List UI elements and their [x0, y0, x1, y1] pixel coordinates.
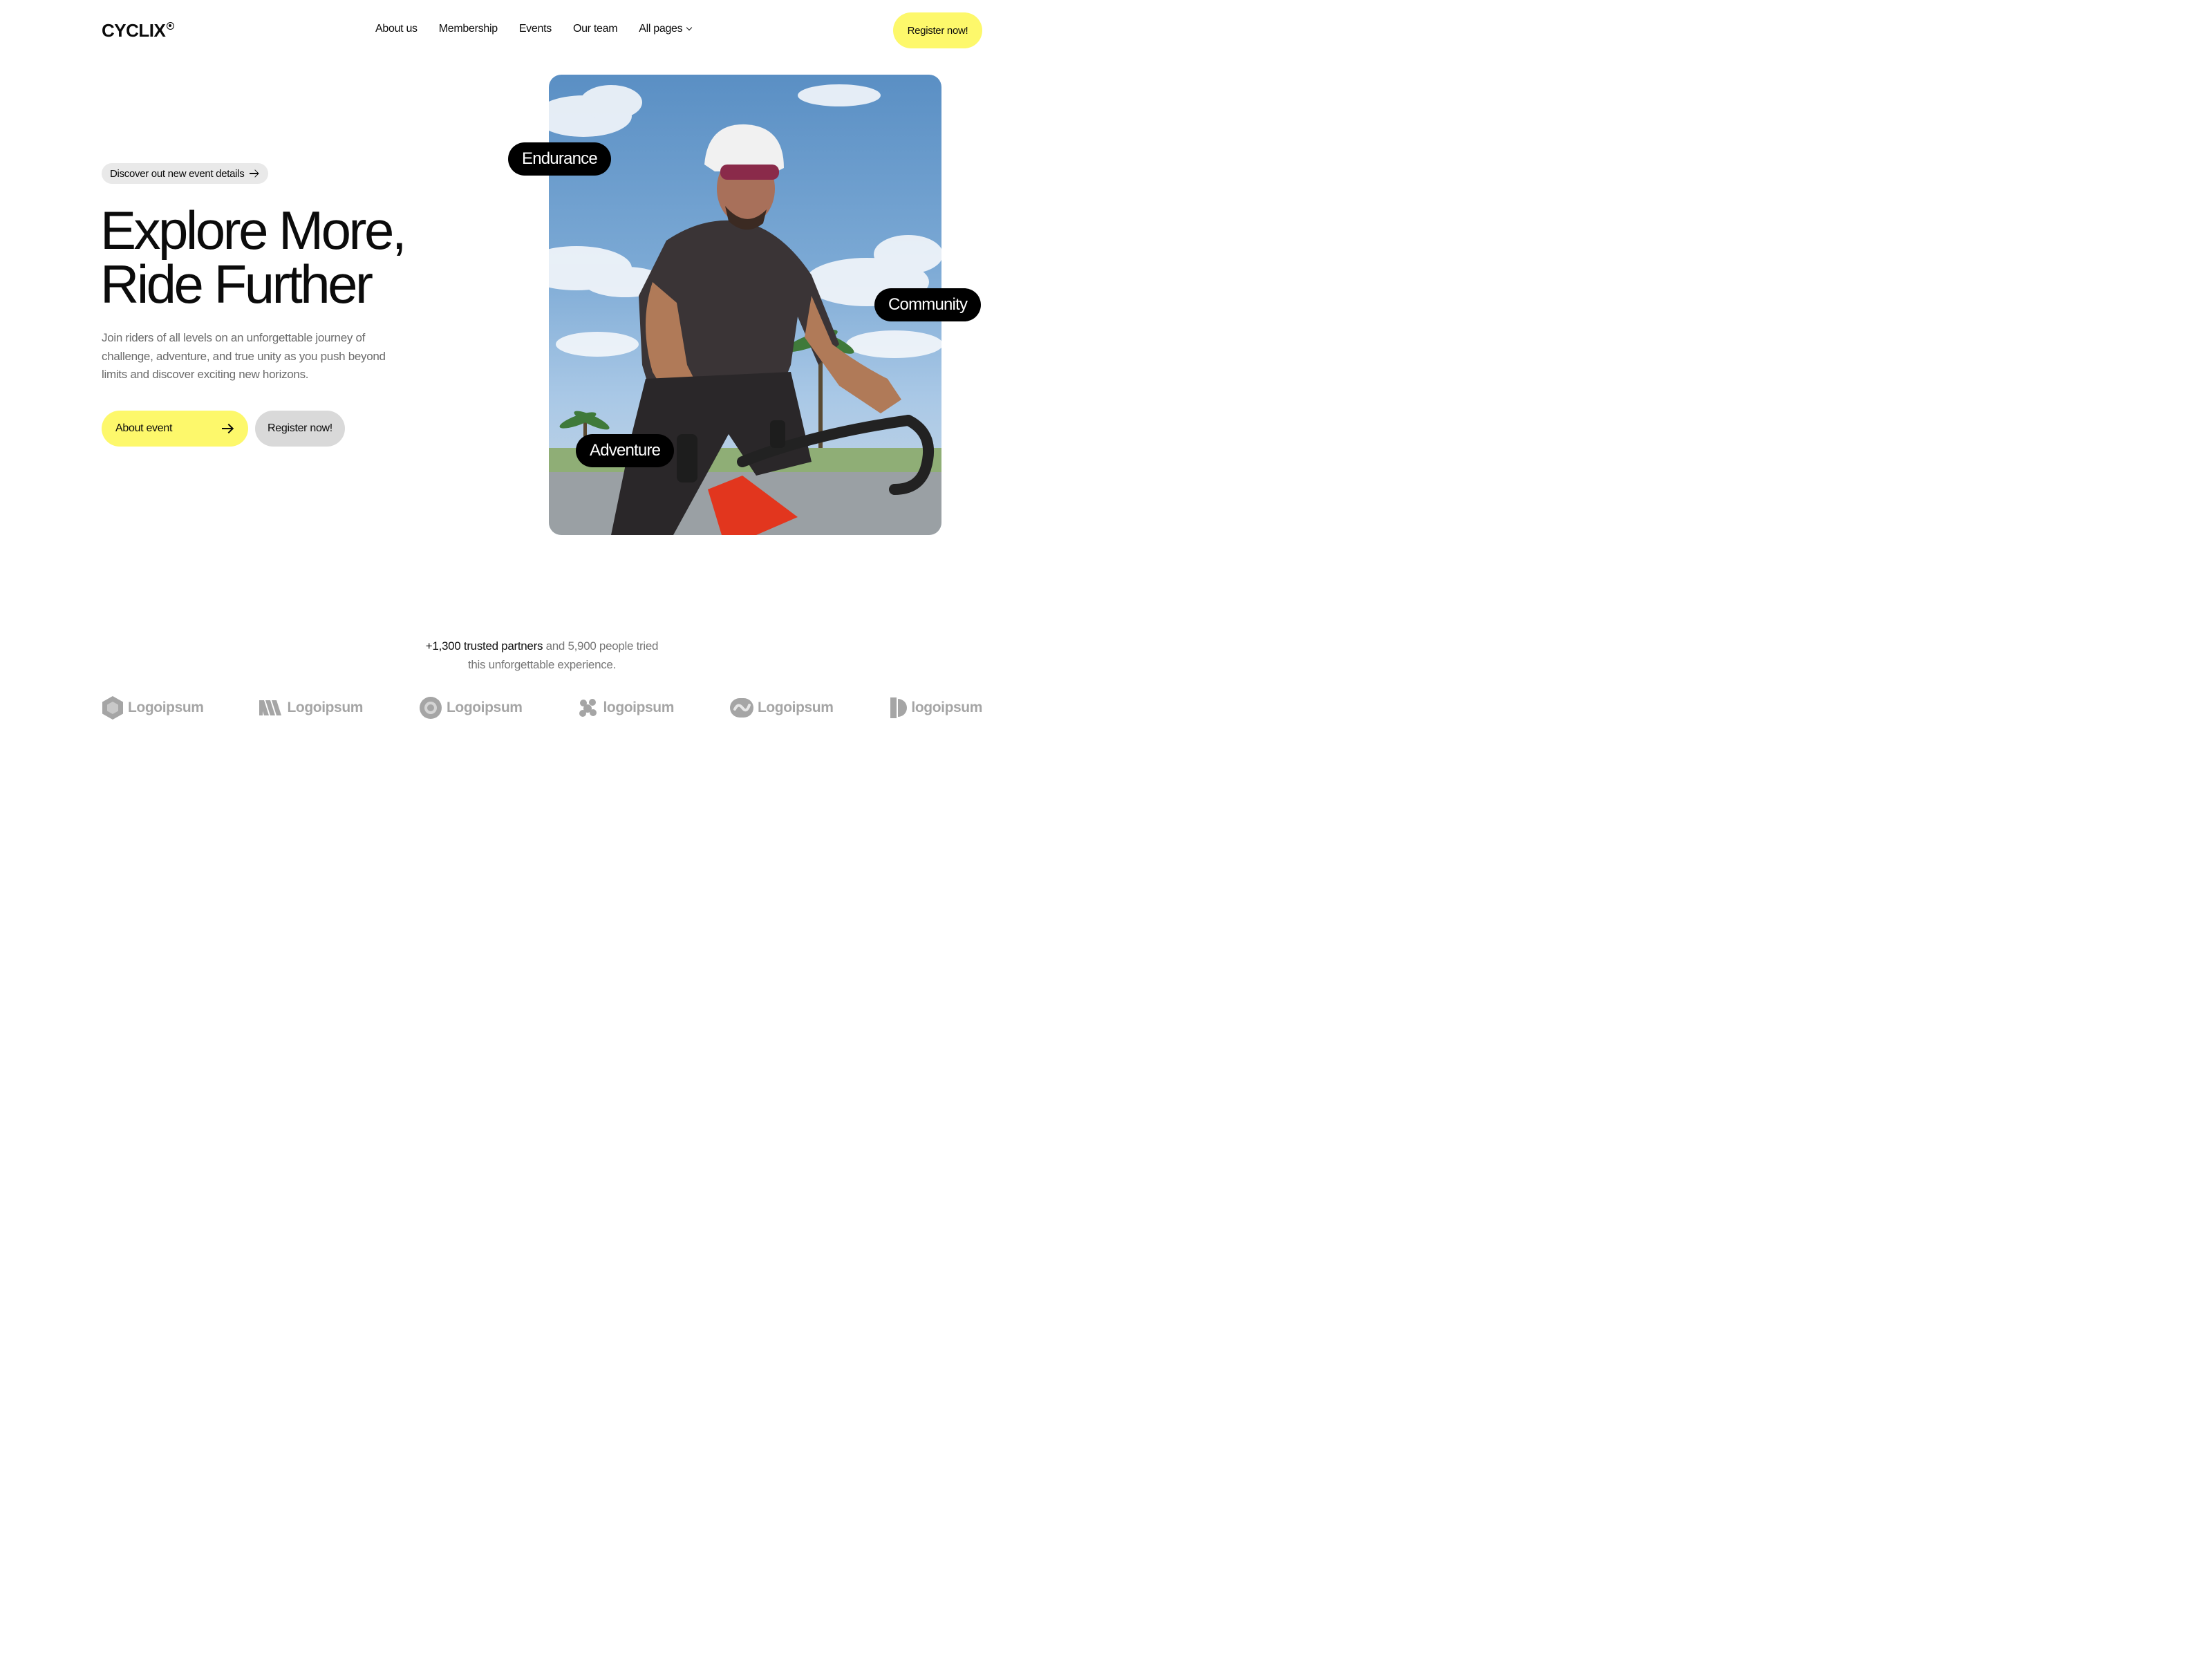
partner-logo: Logoipsum — [259, 700, 363, 716]
arrow-right-icon — [250, 169, 259, 178]
hexagon-icon — [102, 696, 123, 720]
hero-title-line-2: Ride Further — [100, 254, 373, 315]
partners-text-line-2: this unforgettable experience. — [467, 657, 617, 671]
hero-register-button[interactable]: Register now! — [255, 411, 345, 447]
stripes-icon — [259, 700, 282, 715]
hero-title-line-1: Explore More, — [100, 200, 407, 261]
registered-mark-icon — [167, 22, 175, 30]
partner-logos: Logoipsum Logoipsum Logoipsum logoipsum … — [102, 694, 982, 722]
tag-adventure: Adventure — [576, 434, 675, 467]
blob-icon — [579, 699, 597, 717]
partner-logo: logoipsum — [889, 697, 982, 719]
partner-logo-label: Logoipsum — [287, 700, 364, 715]
chevron-down-icon — [686, 24, 693, 31]
nav-item-membership[interactable]: Membership — [439, 23, 498, 35]
partner-logo: Logoipsum — [729, 698, 834, 718]
partners-text-line-1: and 5,900 people tried — [543, 639, 659, 653]
main-nav: About us Membership Events Our team All … — [375, 23, 693, 35]
page: CYCLIX About us Membership Events Our te… — [0, 0, 1084, 813]
nav-item-events[interactable]: Events — [519, 23, 552, 35]
partner-logo-label: Logoipsum — [757, 700, 834, 715]
tag-community: Community — [874, 288, 982, 321]
partner-logo-label: Logoipsum — [128, 700, 204, 715]
hero-title: Explore More, Ride Further — [100, 203, 487, 311]
brand-logo[interactable]: CYCLIX — [102, 20, 175, 41]
swirl-icon — [729, 698, 753, 718]
about-event-button[interactable]: About event — [102, 411, 248, 447]
tag-endurance: Endurance — [508, 142, 611, 176]
event-details-pill[interactable]: Discover out new event details — [102, 163, 269, 184]
partner-logo: Logoipsum — [419, 696, 523, 720]
about-event-button-label: About event — [115, 422, 173, 434]
hero-description: Join riders of all levels on an unforget… — [102, 331, 386, 381]
gear-badge-icon — [419, 697, 442, 719]
nav-item-about-us[interactable]: About us — [375, 23, 418, 35]
partners-text: +1,300 trusted partners and 5,900 people… — [0, 637, 1084, 674]
split-circle-icon — [890, 697, 908, 718]
brand-name: CYCLIX — [102, 20, 166, 41]
partner-logo-label: Logoipsum — [446, 700, 523, 715]
arrow-right-icon — [222, 424, 233, 433]
partner-logo-label: logoipsum — [603, 700, 675, 715]
nav-item-all-pages[interactable]: All pages — [639, 23, 693, 35]
partner-logo: logoipsum — [578, 697, 674, 718]
event-details-pill-label: Discover out new event details — [110, 167, 245, 180]
header-register-button[interactable]: Register now! — [893, 12, 982, 48]
partner-logo: Logoipsum — [102, 695, 204, 720]
partners-count: +1,300 trusted partners — [425, 639, 543, 653]
nav-item-our-team[interactable]: Our team — [573, 23, 618, 35]
nav-item-all-pages-label: All pages — [639, 23, 683, 35]
partner-logo-label: logoipsum — [911, 700, 982, 715]
